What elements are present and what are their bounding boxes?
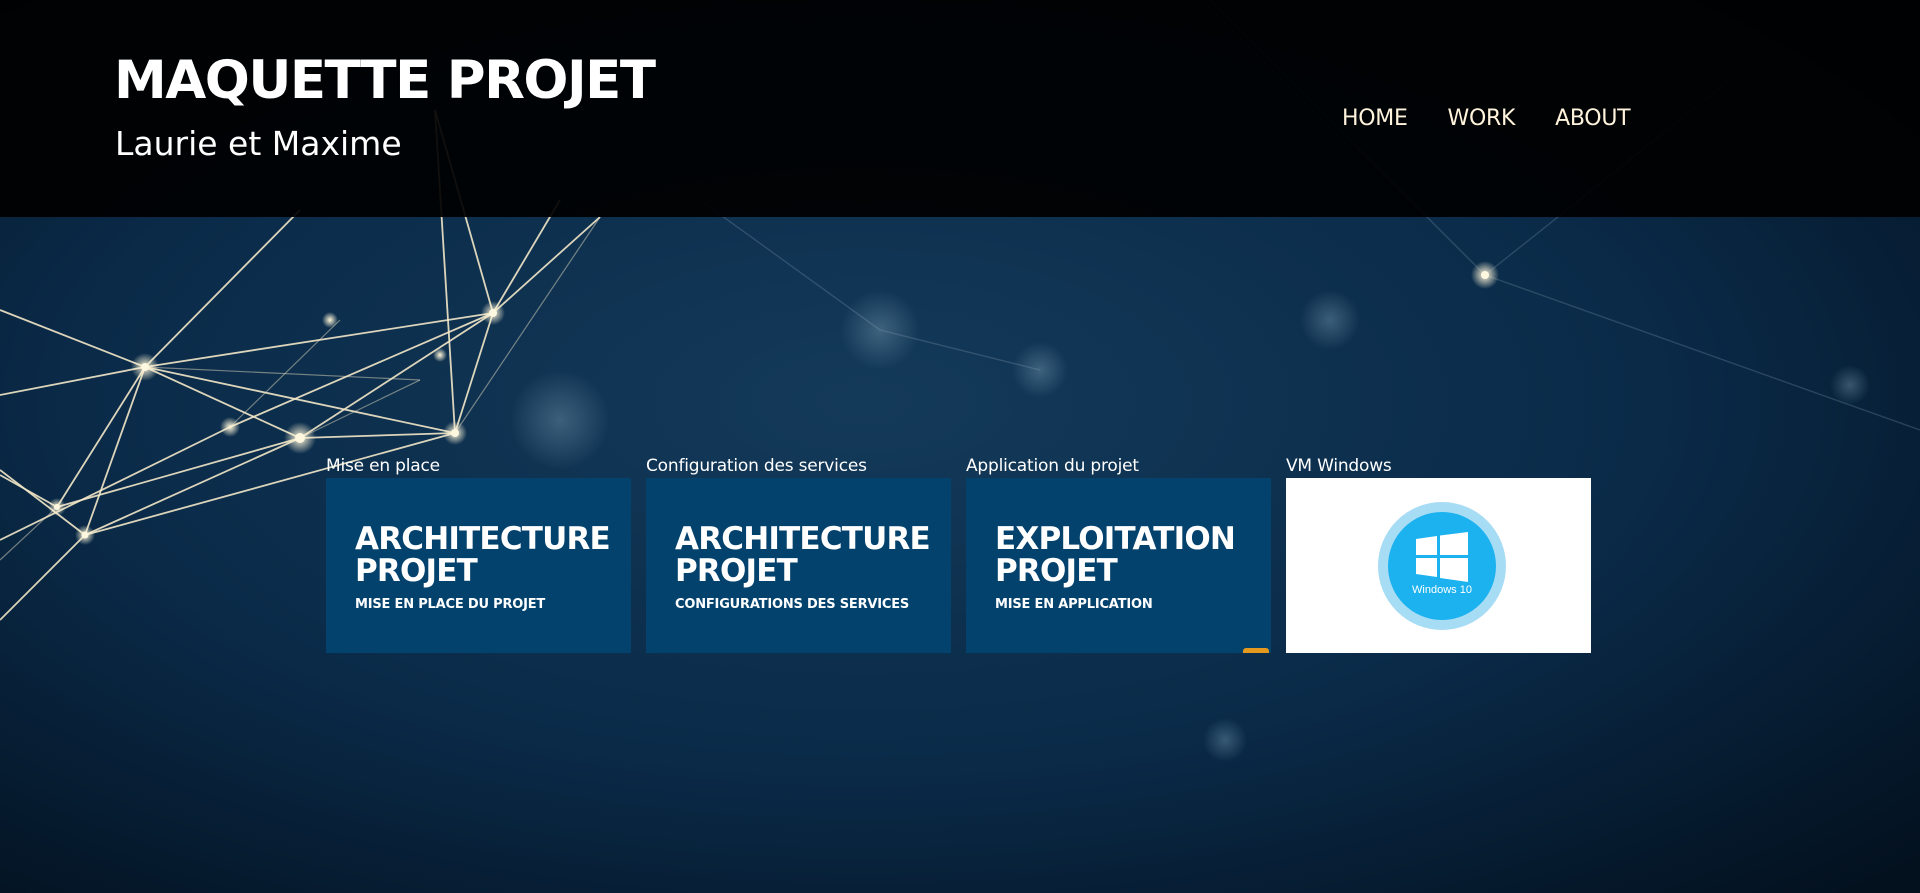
- tile-accent-mark: [1243, 648, 1269, 653]
- tile-title-line: PROJET: [995, 553, 1118, 589]
- site-subtitle: Laurie et Maxime: [115, 124, 402, 163]
- site-title: MAQUETTE PROJET: [114, 50, 656, 111]
- site-header: MAQUETTE PROJET Laurie et Maxime HOME WO…: [0, 0, 1920, 217]
- tile-subtitle: MISE EN APPLICATION: [995, 597, 1153, 612]
- tile-caption: Configuration des services: [646, 456, 867, 476]
- gallery-item-application: Application du projet EXPLOITATION PROJE…: [966, 455, 1271, 653]
- tile-subtitle: CONFIGURATIONS DES SERVICES: [675, 597, 910, 612]
- main-nav: HOME WORK ABOUT: [1342, 106, 1631, 131]
- gallery-item-mise-en-place: Mise en place ARCHITECTURE PROJET MISE E…: [326, 455, 631, 653]
- tile-caption: VM Windows: [1286, 456, 1392, 476]
- tile-title: ARCHITECTURE PROJET: [355, 523, 625, 587]
- tile-title: ARCHITECTURE PROJET: [675, 523, 945, 587]
- tile-caption: Application du projet: [966, 456, 1139, 476]
- tile-subtitle: MISE EN PLACE DU PROJET: [355, 597, 546, 612]
- nav-home-link[interactable]: HOME: [1342, 106, 1408, 131]
- gallery-item-configuration: Configuration des services ARCHITECTURE …: [646, 455, 951, 653]
- windows-label: Windows 10: [1412, 584, 1472, 596]
- project-gallery: Mise en place ARCHITECTURE PROJET MISE E…: [326, 455, 1591, 653]
- tile-title-line: ARCHITECTURE: [355, 521, 611, 557]
- tile-title: EXPLOITATION PROJET: [995, 523, 1265, 587]
- tile-exploitation-projet[interactable]: EXPLOITATION PROJET MISE EN APPLICATION: [966, 478, 1271, 653]
- nav-about-link[interactable]: ABOUT: [1555, 106, 1630, 131]
- tile-architecture-configuration[interactable]: ARCHITECTURE PROJET CONFIGURATIONS DES S…: [646, 478, 951, 653]
- tile-title-line: PROJET: [355, 553, 478, 589]
- tile-architecture-mise-en-place[interactable]: ARCHITECTURE PROJET MISE EN PLACE DU PRO…: [326, 478, 631, 653]
- windows-logo-icon: [1416, 532, 1468, 582]
- gallery-item-vm-windows: VM Windows Windows 10: [1286, 455, 1591, 653]
- tile-caption: Mise en place: [326, 456, 440, 476]
- windows-badge-inner: Windows 10: [1388, 512, 1496, 620]
- tile-title-line: EXPLOITATION: [995, 521, 1236, 557]
- windows-badge: Windows 10: [1378, 502, 1506, 630]
- nav-work-link[interactable]: WORK: [1448, 106, 1516, 131]
- tile-title-line: ARCHITECTURE: [675, 521, 931, 557]
- tile-title-line: PROJET: [675, 553, 798, 589]
- tile-windows-10[interactable]: Windows 10: [1286, 478, 1591, 653]
